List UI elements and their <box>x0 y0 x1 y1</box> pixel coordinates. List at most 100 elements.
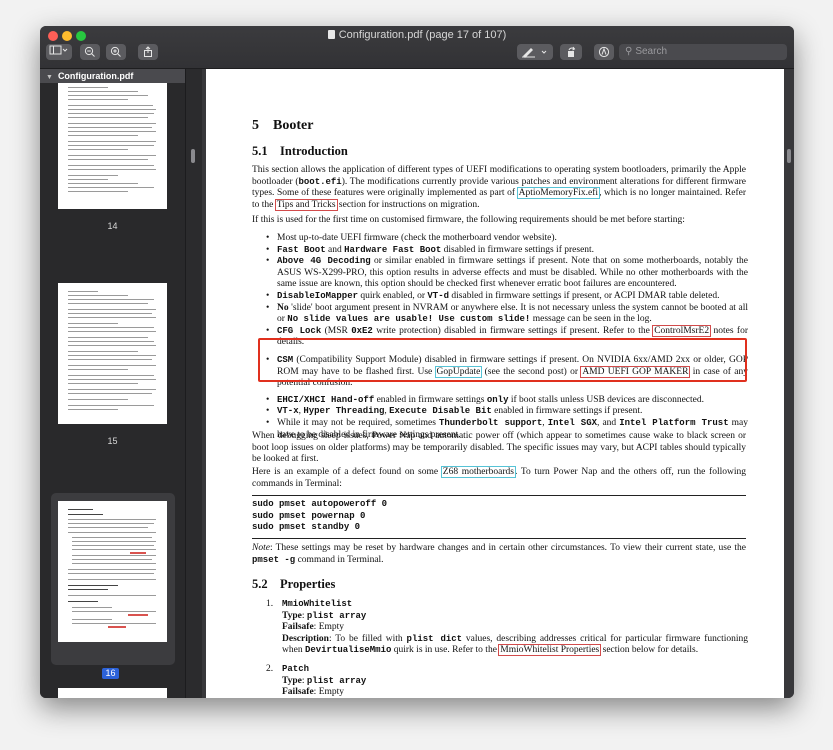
heading-text: Booter <box>273 118 314 133</box>
markup-pen-button[interactable] <box>517 44 553 60</box>
code-text: Thunderbolt support <box>438 417 543 428</box>
rotate-icon <box>568 46 576 57</box>
code-text: Execute Disable Bit <box>389 406 492 417</box>
document-viewer[interactable]: 5 Booter 5.1 Introduction This section all… <box>202 69 794 698</box>
link-mmiowhitelist-properties[interactable]: MmioWhitelist Properties <box>498 644 602 657</box>
search-placeholder: Search <box>635 46 668 57</box>
list-item: No 'slide' boot argument present in NVRA… <box>266 303 748 326</box>
titlebar: Configuration.pdf (page 17 of 107) ⚲ Sear… <box>40 26 794 69</box>
sidebar-document-name: Configuration.pdf <box>57 71 134 81</box>
text: enabled in firmware settings <box>374 394 487 405</box>
disclosure-triangle-icon[interactable]: ▼ <box>46 71 53 85</box>
code-text: plist dict <box>406 633 463 644</box>
splitter-grip[interactable] <box>191 149 195 163</box>
link-controlmsre2[interactable]: ControlMsrE2 <box>652 324 712 337</box>
section-title: Properties <box>280 577 336 591</box>
zoom-in-button[interactable] <box>106 44 126 60</box>
text: and <box>325 244 345 255</box>
item-number: 1. <box>266 599 274 609</box>
code-text: boot.efi <box>298 176 342 187</box>
text: write protection) disabled in firmware s… <box>372 325 654 336</box>
link-tips-and-tricks[interactable]: Tips and Tricks <box>274 198 338 211</box>
list-item: DisableIoMapper quirk enabled, or VT-d d… <box>266 291 748 303</box>
command-line: sudo pmset powernap 0 <box>252 510 366 521</box>
property-mmiowhitelist: 1. MmioWhitelist Type: plist array Fails… <box>266 599 749 657</box>
code-text: CFG Lock <box>277 325 322 336</box>
pen-icon <box>522 48 547 58</box>
section-number: 5.2 <box>252 577 268 591</box>
list-item: Fast Boot and Hardware Fast Boot disable… <box>266 245 748 257</box>
code-text: VT-x <box>277 406 299 417</box>
code-text: Above 4G Decoding <box>277 256 371 267</box>
list-item: VT-x, Hyper Threading, Execute Disable B… <box>266 406 748 418</box>
page-number-15: 15 <box>107 436 118 446</box>
sidebar-toggle-button[interactable] <box>46 44 72 60</box>
share-button[interactable] <box>138 44 158 60</box>
code-text: Hyper Threading <box>303 406 385 417</box>
text: While it may not be required, sometimes <box>277 417 439 428</box>
text: section for instructions on migration. <box>336 199 480 210</box>
bold-text: No <box>277 302 289 313</box>
page-thumbnail-15[interactable] <box>58 283 167 424</box>
failsafe-value: Empty <box>318 622 345 633</box>
type-value: plist array <box>306 675 367 686</box>
command-line: sudo pmset autopoweroff 0 <box>252 499 388 509</box>
page-thumbnail-14[interactable] <box>58 83 167 209</box>
code-text: VT-d <box>427 290 450 301</box>
sidebar-splitter[interactable] <box>185 69 203 698</box>
note-label: Note <box>252 543 270 553</box>
type-label: Type <box>282 610 302 621</box>
sidebar-icon <box>49 45 68 55</box>
text: disabled in firmware settings if present… <box>441 244 595 255</box>
sleep-paragraph: When debugging sleep issues, Power Nap a… <box>252 431 746 465</box>
text: message can be seen in the log. <box>530 314 652 325</box>
rotate-button[interactable] <box>560 44 582 60</box>
code-text: Intel SGX <box>547 417 598 428</box>
zoom-in-icon <box>110 46 121 57</box>
text: section below for details. <box>600 645 699 656</box>
heading-introduction: 5.1 Introduction <box>252 144 348 159</box>
property-name: MmioWhitelist <box>282 599 353 609</box>
code-text: EHCI/XHCI Hand-off <box>277 394 375 405</box>
zoom-out-button[interactable] <box>80 44 100 60</box>
page-number-16-selected: 16 <box>102 668 119 679</box>
link-aptiomemoryfix[interactable]: AptioMemoryFix.efi <box>516 187 601 200</box>
failsafe-label: Failsafe <box>282 687 314 698</box>
intro-paragraph: This section allows the application of d… <box>252 165 746 211</box>
text: quirk is in use. Refer to the <box>391 645 500 656</box>
document-icon <box>327 30 335 39</box>
command-line: sudo pmset standby 0 <box>252 522 361 532</box>
code-text: Intel Platform Trust <box>619 417 729 428</box>
heading-booter: 5 Booter <box>252 118 313 134</box>
window-title: Configuration.pdf (page 17 of 107) <box>40 29 794 41</box>
properties-list: 1. MmioWhitelist Type: plist array Fails… <box>266 599 748 698</box>
example-paragraph: Here is an example of a defect found on … <box>252 466 746 490</box>
description-label: Description <box>282 633 329 644</box>
text: , and <box>597 417 620 428</box>
markup-toolbar-button[interactable] <box>594 44 614 60</box>
type-label: Type <box>282 675 302 686</box>
text: disabled in firmware settings if present… <box>449 290 720 301</box>
page-thumbnail-16[interactable] <box>58 501 167 642</box>
code-text: No slide values are usable! Use custom s… <box>287 314 531 325</box>
vertical-scrollbar[interactable] <box>787 149 791 163</box>
section-title: Introduction <box>280 144 348 158</box>
list-item: Above 4G Decoding or similar enabled in … <box>266 256 748 291</box>
page-thumbnail-17[interactable] <box>58 688 167 698</box>
page-number-14: 14 <box>107 221 118 231</box>
text: (MSR <box>321 325 352 336</box>
failsafe-value: Empty <box>318 687 345 698</box>
text: Most up-to-date UEFI firmware (check the… <box>277 233 557 243</box>
section-number: 5.1 <box>252 144 268 158</box>
code-text: DevirtualiseMmio <box>304 645 392 656</box>
type-value: plist array <box>306 610 367 621</box>
property-patch: 2. Patch Type: plist array Failsafe: Emp… <box>266 664 748 698</box>
code-text: Hardware Fast Boot <box>344 244 442 255</box>
search-icon: ⚲ <box>625 46 633 57</box>
search-field[interactable]: ⚲ Search <box>619 44 787 60</box>
link-z68-motherboards[interactable]: Z68 motherboards <box>440 466 517 478</box>
sidebar-document-header[interactable]: ▼ Configuration.pdf <box>40 69 185 83</box>
thumbnail-sidebar: ▼ Configuration.pdf 14 15 16 <box>40 69 185 698</box>
failsafe-label: Failsafe <box>282 622 314 633</box>
pdf-page-17: 5 Booter 5.1 Introduction This section all… <box>206 69 784 698</box>
